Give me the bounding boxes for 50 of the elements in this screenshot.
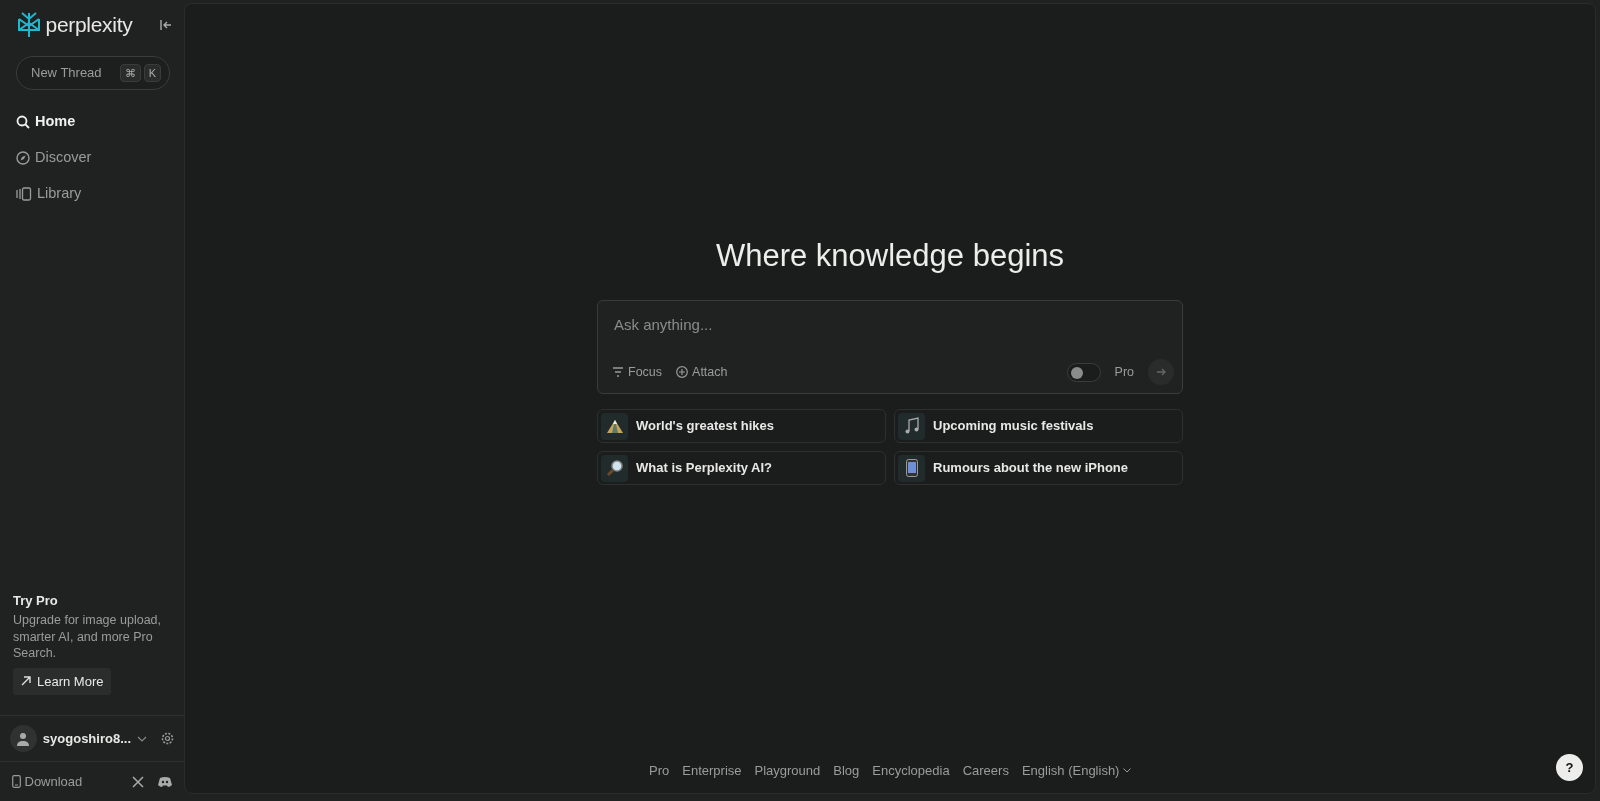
suggestion-chip[interactable]: What is Perplexity AI? [597,451,886,486]
key-hint: ⌘ [119,64,141,83]
filter-icon [612,367,624,378]
arrow-icon [21,676,31,687]
help-button[interactable]: ? [1556,754,1583,781]
settings-icon[interactable] [161,732,174,745]
plus-circle-icon [676,366,689,379]
footer-link[interactable]: Playground [754,760,821,780]
key-hint: K [143,64,161,83]
mountain-icon [605,418,624,435]
compass-icon [16,151,30,165]
suggestion-chip[interactable]: Upcoming music festivals [894,409,1183,444]
new-thread-button[interactable]: New Thread ⌘ K [16,56,170,90]
focus-button[interactable]: Focus [612,362,663,382]
logo-text: perplexity [45,12,133,39]
logo-icon [16,12,42,38]
pro-toggle[interactable] [1066,362,1101,382]
learn-more-button[interactable]: Learn More [13,667,112,695]
library-icon [16,187,32,201]
footer-link[interactable]: Enterprise [682,760,742,780]
nav-item[interactable]: Home [0,104,184,140]
footer-link[interactable]: Encyclopedia [872,760,950,780]
page-heading: Where knowledge begins [715,237,1065,275]
footer-link[interactable]: Careers [962,760,1009,780]
search-box[interactable]: Ask anything... Focus Attach Pro [597,300,1183,395]
footer-link[interactable]: Pro [649,760,670,780]
user-name[interactable]: syogoshiro8... [42,728,131,749]
chevron-down-icon[interactable] [137,735,147,742]
footer-link[interactable]: Blog [833,760,860,780]
magnifier-icon [605,459,624,478]
arrow-icon [1156,367,1166,378]
suggestion-chip[interactable]: Rumours about the new iPhone [894,451,1183,486]
music-note-icon [903,417,920,436]
phone-icon [905,459,918,478]
chevron-down-icon [1122,767,1131,773]
language-selector[interactable]: English (English) [1021,760,1131,780]
pro-label: Pro [1114,363,1134,381]
nav-item[interactable]: Library [0,176,184,212]
promo-title: Try Pro [13,591,59,610]
download-link[interactable]: Download [12,771,120,792]
avatar[interactable] [10,725,37,752]
nav-item[interactable]: Discover [0,140,184,176]
search-icon [16,115,30,129]
attach-button[interactable]: Attach [676,362,728,382]
suggestion-chip[interactable]: World's greatest hikes [597,409,886,444]
collapse-icon[interactable] [160,19,172,31]
phone-icon [12,775,21,788]
x-logo-icon[interactable] [132,775,144,788]
chat-logo-icon[interactable] [158,776,172,787]
promo-text: Upgrade for image upload, smarter AI, and more Pro Search. [13,612,162,662]
